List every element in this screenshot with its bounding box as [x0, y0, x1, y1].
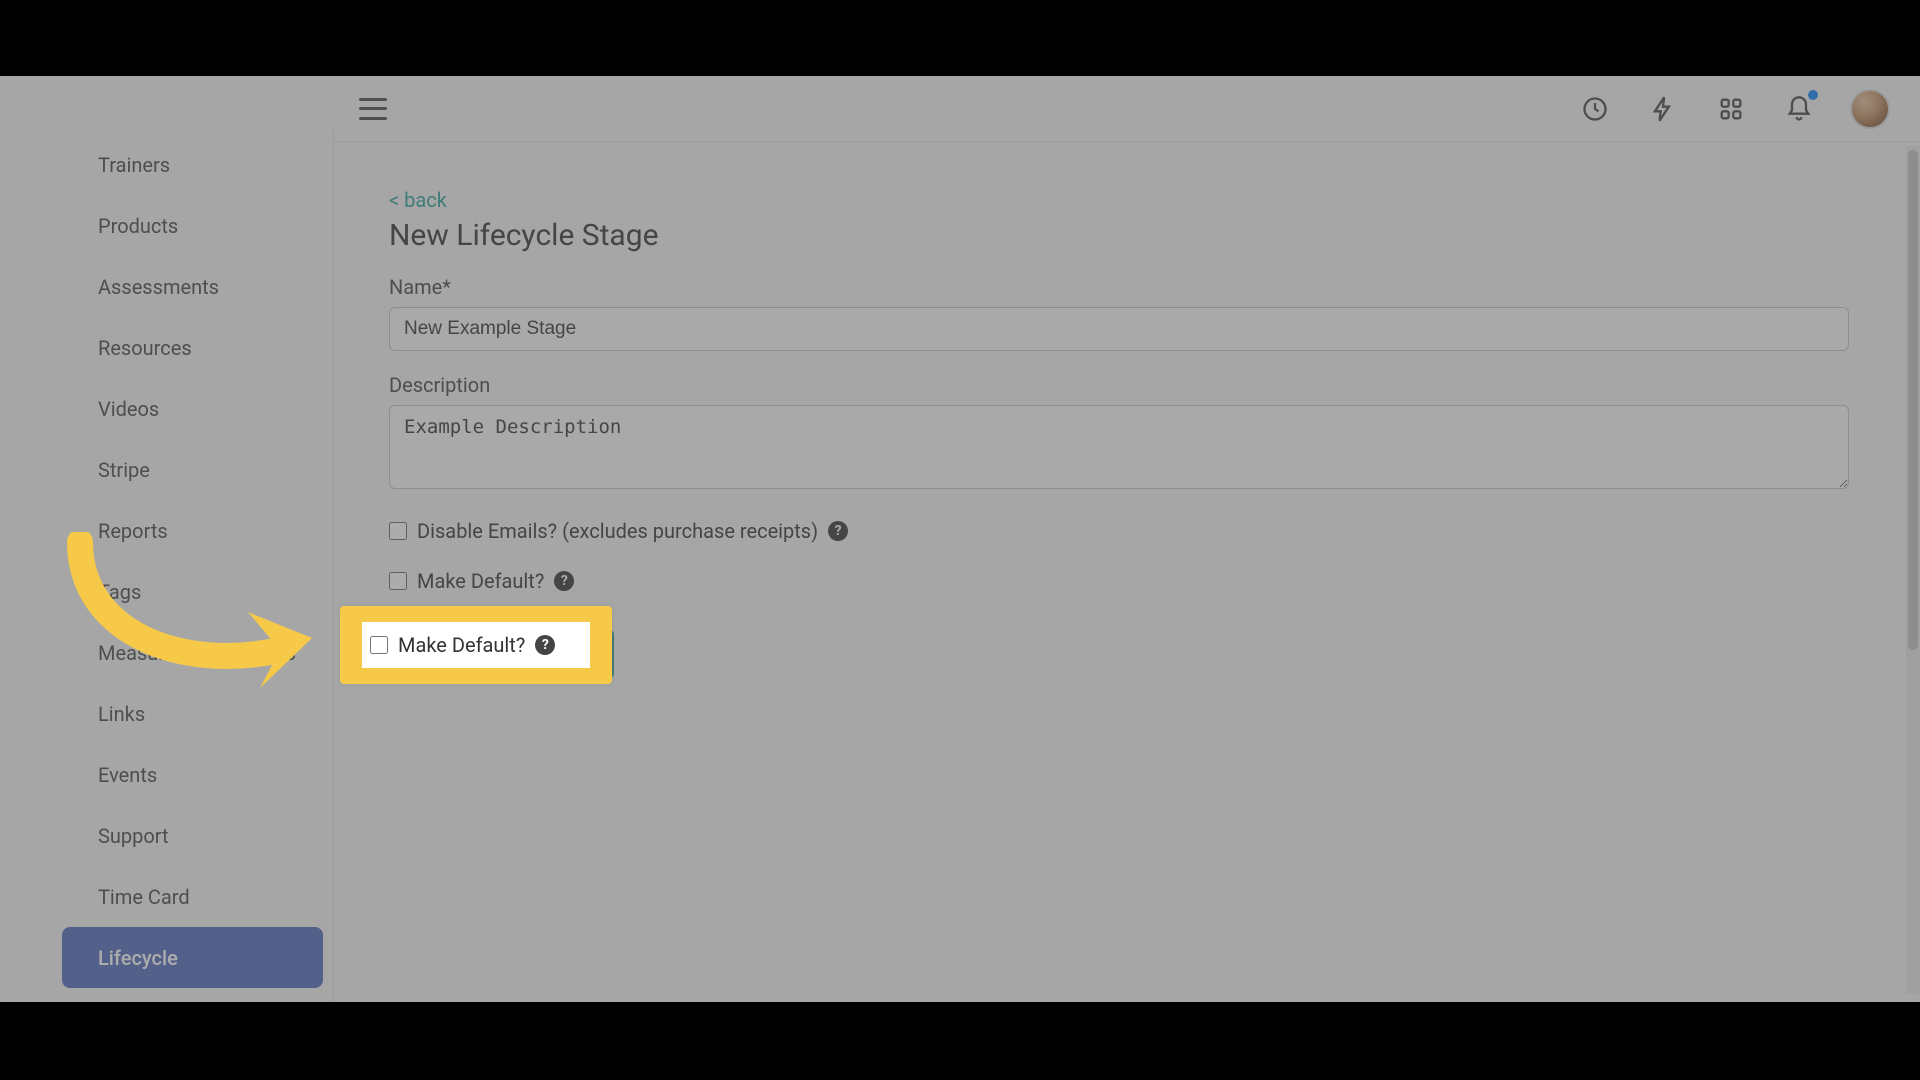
- clock-icon[interactable]: [1578, 92, 1612, 126]
- description-label: Description: [389, 373, 1852, 397]
- disable-emails-checkbox[interactable]: [389, 522, 407, 540]
- sidebar-item-trainers[interactable]: Trainers: [62, 134, 323, 195]
- disable-emails-row: Disable Emails? (excludes purchase recei…: [389, 519, 1852, 543]
- avatar[interactable]: [1850, 89, 1890, 129]
- apps-grid-icon[interactable]: [1714, 92, 1748, 126]
- sidebar-item-label: Events: [98, 763, 157, 787]
- sidebar-item-label: Resources: [98, 336, 192, 360]
- sidebar-item-tags[interactable]: Tags: [62, 561, 323, 622]
- scrollbar-thumb[interactable]: [1908, 150, 1918, 650]
- sidebar-item-time-card[interactable]: Time Card: [62, 866, 323, 927]
- sidebar-item-events[interactable]: Events: [62, 744, 323, 805]
- topbar: [335, 76, 1920, 142]
- sidebar-item-label: Measurement Reports: [98, 641, 296, 665]
- make-default-label: Make Default?: [417, 569, 544, 593]
- sidebar-item-label: Tags: [98, 580, 141, 604]
- main-content: < back New Lifecycle Stage Name* Descrip…: [335, 142, 1906, 1002]
- name-label: Name*: [389, 275, 1852, 299]
- sidebar: Trainers Products Assessments Resources …: [52, 130, 334, 1002]
- sidebar-item-resources[interactable]: Resources: [62, 317, 323, 378]
- sidebar-item-reports[interactable]: Reports: [62, 500, 323, 561]
- sidebar-item-label: Trainers: [98, 153, 170, 177]
- make-default-label-highlight: Make Default?: [398, 633, 525, 657]
- sidebar-item-assessments[interactable]: Assessments: [62, 256, 323, 317]
- highlight-callout: Make Default? ?: [340, 606, 612, 684]
- name-input[interactable]: [389, 307, 1849, 351]
- make-default-checkbox-highlight[interactable]: [370, 636, 388, 654]
- notification-dot-icon: [1808, 90, 1818, 100]
- sidebar-item-stripe[interactable]: Stripe: [62, 439, 323, 500]
- sidebar-item-label: Time Card: [98, 885, 190, 909]
- sidebar-item-label: Videos: [98, 397, 159, 421]
- sidebar-item-label: Links: [98, 702, 145, 726]
- disable-emails-label: Disable Emails? (excludes purchase recei…: [417, 519, 818, 543]
- letterbox-top: [0, 0, 1920, 76]
- description-input[interactable]: [389, 405, 1849, 489]
- sidebar-item-label: Lifecycle: [98, 946, 178, 970]
- bell-icon[interactable]: [1782, 92, 1816, 126]
- highlight-inner: Make Default? ?: [362, 622, 590, 668]
- sidebar-item-measurement-reports[interactable]: Measurement Reports: [62, 622, 323, 683]
- hamburger-icon[interactable]: [359, 98, 387, 120]
- make-default-row: Make Default? ?: [389, 569, 1852, 593]
- sidebar-item-links[interactable]: Links: [62, 683, 323, 744]
- help-icon[interactable]: ?: [828, 521, 848, 541]
- sidebar-item-label: Assessments: [98, 275, 219, 299]
- sidebar-item-label: Products: [98, 214, 178, 238]
- sidebar-item-videos[interactable]: Videos: [62, 378, 323, 439]
- sidebar-item-lifecycle[interactable]: Lifecycle: [62, 927, 323, 988]
- help-icon[interactable]: ?: [535, 635, 555, 655]
- page-title: New Lifecycle Stage: [389, 218, 1852, 253]
- lightning-icon[interactable]: [1646, 92, 1680, 126]
- sidebar-item-label: Reports: [98, 519, 168, 543]
- scrollbar[interactable]: [1906, 146, 1920, 994]
- sidebar-item-label: Support: [98, 824, 169, 848]
- app-window: Trainers Products Assessments Resources …: [0, 76, 1920, 1002]
- back-link[interactable]: < back: [389, 188, 447, 212]
- sidebar-item-products[interactable]: Products: [62, 195, 323, 256]
- name-field: Name*: [389, 275, 1852, 351]
- sidebar-item-support[interactable]: Support: [62, 805, 323, 866]
- make-default-checkbox[interactable]: [389, 572, 407, 590]
- sidebar-item-label: Stripe: [98, 458, 150, 482]
- description-field: Description: [389, 373, 1852, 493]
- letterbox-bottom: [0, 1002, 1920, 1080]
- help-icon[interactable]: ?: [554, 571, 574, 591]
